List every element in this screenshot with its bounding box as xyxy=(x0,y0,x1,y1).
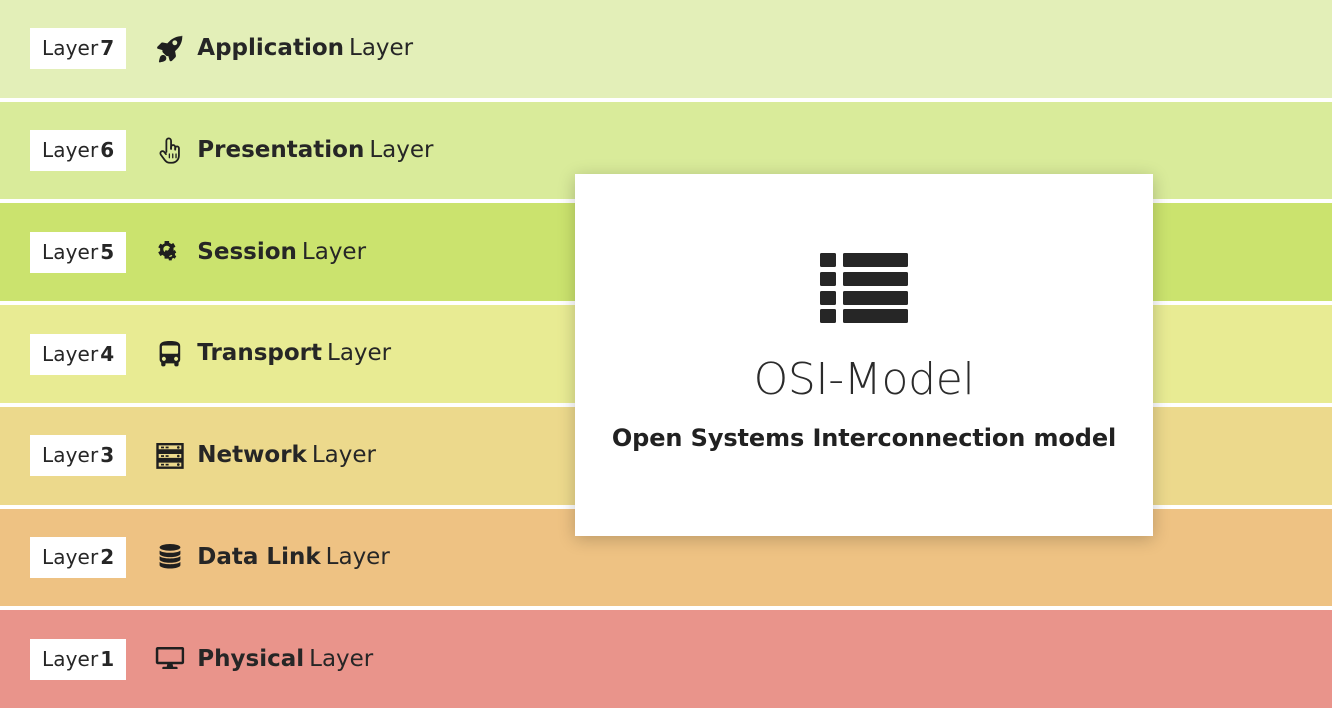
bus-icon xyxy=(153,337,187,371)
layer-badge-number-5: 5 xyxy=(100,239,115,264)
layer-badge-word-5: Layer xyxy=(42,239,99,264)
layer-badge-word-7: Layer xyxy=(42,36,99,61)
layer-title-5: Session xyxy=(197,238,297,265)
layer-name-2: Data Link Layer xyxy=(197,543,390,570)
layer-badge-number-3: 3 xyxy=(100,443,115,468)
layer-suffix-2: Layer xyxy=(325,543,390,570)
layer-title-1: Physical xyxy=(197,645,305,672)
layer-badge-word-4: Layer xyxy=(42,341,99,366)
osi-layer-row-7[interactable]: Layer 7 Application Layer xyxy=(0,0,1332,102)
card-subtitle: Open Systems Interconnection model xyxy=(611,424,1117,453)
layer-title-4: Transport xyxy=(197,340,322,367)
layer-badge-5: Layer 5 xyxy=(30,231,127,273)
layer-name-6: Presentation Layer xyxy=(197,136,434,163)
layer-title-2: Data Link xyxy=(197,543,321,570)
desktop-icon xyxy=(153,642,187,676)
layer-badge-word-3: Layer xyxy=(42,443,99,468)
database-icon xyxy=(153,540,187,574)
layer-badge-word-6: Layer xyxy=(42,138,99,163)
card-title: OSI-Model xyxy=(753,354,975,406)
osi-model-card: OSI-Model Open Systems Interconnection m… xyxy=(575,174,1153,536)
layer-title-6: Presentation xyxy=(197,136,365,163)
layer-title-3: Network xyxy=(197,442,307,469)
layer-suffix-3: Layer xyxy=(311,442,376,469)
layer-badge-3: Layer 3 xyxy=(30,435,127,477)
layer-suffix-6: Layer xyxy=(369,136,434,163)
osi-model-diagram: Layer 7 Application Layer Layer 6 Presentat xyxy=(0,0,1332,712)
layer-badge-number-1: 1 xyxy=(100,646,115,671)
layer-badge-number-4: 4 xyxy=(100,341,115,366)
layer-badge-number-7: 7 xyxy=(100,36,115,61)
layer-name-4: Transport Layer xyxy=(197,341,391,366)
layer-suffix-5: Layer xyxy=(301,238,367,265)
layer-badge-number-6: 6 xyxy=(100,138,115,163)
layer-name-1: Physical Layer xyxy=(197,645,374,672)
layer-suffix-4: Layer xyxy=(327,340,392,367)
osi-layer-row-1[interactable]: Layer 1 Physical Layer xyxy=(0,610,1332,712)
server-icon xyxy=(153,439,187,473)
layer-badge-7: Layer 7 xyxy=(30,28,127,70)
layer-suffix-7: Layer xyxy=(349,35,414,62)
layer-title-7: Application xyxy=(197,35,345,62)
layer-badge-1: Layer 1 xyxy=(30,638,127,680)
layer-badge-word-1: Layer xyxy=(42,646,99,671)
layer-badge-2: Layer 2 xyxy=(30,536,127,578)
layer-badge-4: Layer 4 xyxy=(30,333,127,375)
layer-name-5: Session Layer xyxy=(197,238,367,265)
layer-badge-6: Layer 6 xyxy=(30,130,127,172)
layer-badge-number-2: 2 xyxy=(100,544,115,569)
layer-suffix-1: Layer xyxy=(309,645,374,672)
cogs-icon xyxy=(153,235,187,269)
rocket-icon xyxy=(153,32,187,66)
list-icon xyxy=(820,251,908,324)
layer-name-3: Network Layer xyxy=(197,442,376,469)
layer-badge-word-2: Layer xyxy=(42,544,99,569)
layer-name-7: Application Layer xyxy=(197,36,413,61)
hand-pointer-icon xyxy=(153,134,187,168)
